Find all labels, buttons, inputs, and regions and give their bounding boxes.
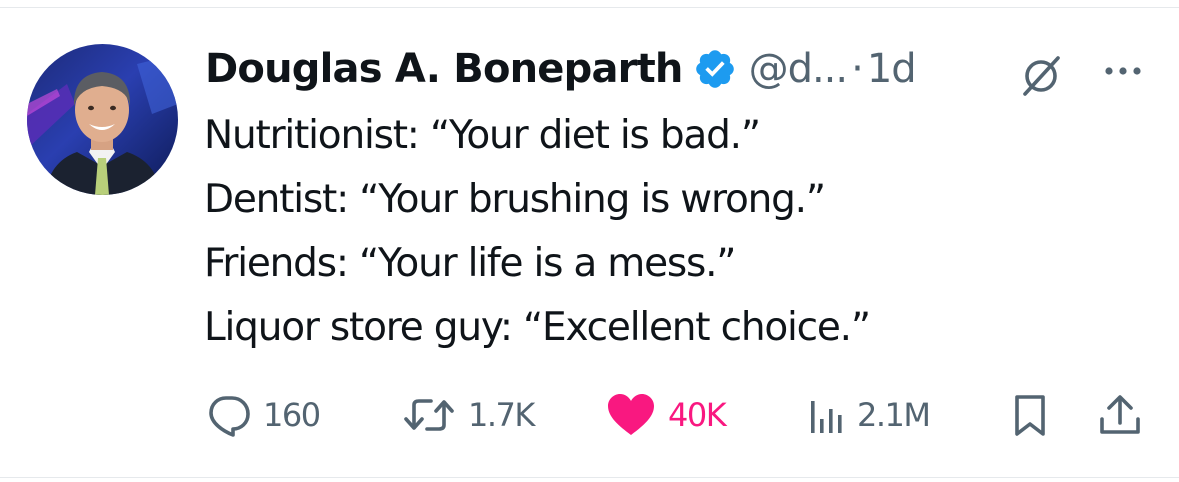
repost-button[interactable]: 1.7K — [401, 393, 535, 437]
tweet-line: Nutritionist: “Your diet is bad.” — [204, 113, 761, 158]
top-divider — [0, 7, 1179, 8]
grok-slash-icon[interactable] — [1019, 53, 1063, 97]
tweet-line: Liquor store guy: “Excellent choice.” — [204, 305, 871, 350]
author-handle[interactable]: @d... — [749, 46, 849, 92]
bookmark-button[interactable] — [1010, 393, 1050, 437]
heart-filled-icon — [608, 394, 654, 435]
reply-count: 160 — [263, 396, 321, 434]
share-icon — [1100, 395, 1140, 434]
views-button[interactable]: 2.1M — [806, 393, 931, 437]
repost-count: 1.7K — [468, 396, 535, 434]
views-chart-icon — [811, 401, 842, 433]
tweet-header: Douglas A. Boneparth @d... · 1d — [205, 38, 917, 100]
author-display-name[interactable]: Douglas A. Boneparth — [205, 46, 683, 92]
tweet-line: Dentist: “Your brushing is wrong.” — [204, 177, 826, 222]
more-horizontal-icon[interactable] — [1101, 56, 1145, 86]
avatar-photo — [27, 44, 178, 195]
views-count: 2.1M — [857, 396, 931, 434]
reply-icon — [209, 396, 250, 437]
repost-icon — [404, 399, 454, 431]
bottom-divider — [0, 477, 1179, 478]
bookmark-icon — [1015, 395, 1045, 436]
reply-button[interactable]: 160 — [206, 393, 321, 437]
avatar[interactable] — [27, 44, 178, 195]
tweet-text: Nutritionist: “Your diet is bad.” Dentis… — [204, 104, 871, 360]
like-count: 40K — [668, 396, 727, 434]
tweet-line: Friends: “Your life is a mess.” — [204, 241, 737, 286]
header-separator: · — [851, 46, 864, 92]
like-button[interactable]: 40K — [605, 393, 727, 437]
tweet-timestamp[interactable]: 1d — [867, 46, 917, 92]
verified-badge-icon[interactable] — [693, 47, 737, 91]
share-button[interactable] — [1096, 393, 1144, 437]
